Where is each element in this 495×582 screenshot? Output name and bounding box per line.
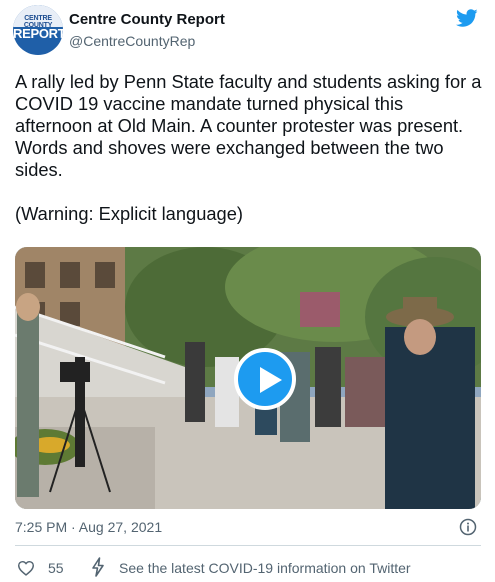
tweet-text: A rally led by Penn State faculty and st…	[15, 71, 482, 224]
user-handle[interactable]: @CentreCountyRep	[69, 33, 195, 49]
play-button[interactable]	[234, 348, 296, 410]
avatar-text-large: REPORT	[13, 26, 63, 41]
video-player[interactable]	[15, 247, 481, 509]
display-name[interactable]: Centre County Report	[69, 11, 225, 28]
tweet-header: CENTRE COUNTY REPORT Centre County Repor…	[0, 0, 495, 64]
lightning-icon	[92, 557, 104, 577]
play-icon	[260, 367, 282, 393]
info-icon[interactable]	[459, 518, 477, 536]
twitter-bird-icon[interactable]	[455, 7, 479, 29]
like-count[interactable]: 55	[48, 560, 64, 576]
divider	[15, 545, 481, 546]
covid-info-link[interactable]: See the latest COVID-19 information on T…	[119, 560, 411, 576]
heart-icon[interactable]	[17, 560, 35, 576]
tweet-timestamp[interactable]: 7:25 PM · Aug 27, 2021	[15, 519, 162, 535]
avatar[interactable]: CENTRE COUNTY REPORT	[13, 5, 63, 55]
